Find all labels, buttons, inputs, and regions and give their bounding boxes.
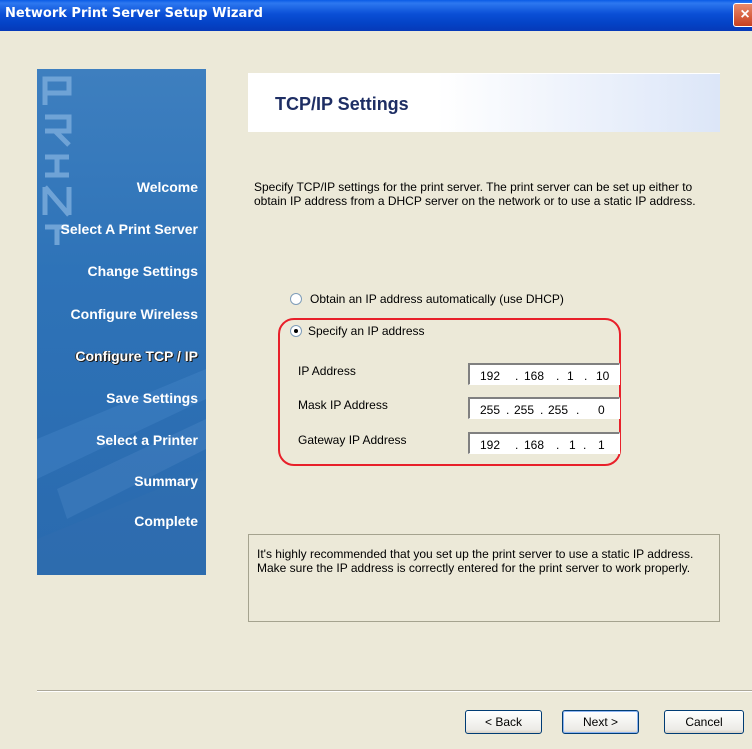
gateway-octet-4: 1 (598, 438, 605, 452)
gateway-address-label: Gateway IP Address (298, 433, 407, 447)
page-title: TCP/IP Settings (275, 94, 409, 114)
dhcp-radio-label[interactable]: Obtain an IP address automatically (use … (310, 292, 564, 306)
step-welcome: Welcome (136, 179, 198, 195)
next-button[interactable]: Next > (562, 710, 639, 734)
back-button[interactable]: < Back (465, 710, 542, 734)
step-select-print-server: Select A Print Server (60, 221, 198, 237)
mask-dot-1: . (506, 403, 510, 417)
recommendation-text: It's highly recommended that you set up … (257, 547, 694, 575)
ip-dot-3: . (584, 369, 588, 383)
mask-octet-3: 255 (548, 403, 569, 417)
gateway-octet-3: 1 (569, 438, 576, 452)
step-configure-wireless: Configure Wireless (70, 306, 198, 322)
ip-octet-2: 168 (524, 369, 545, 383)
mask-dot-2: . (540, 403, 544, 417)
ip-dot-2: . (556, 369, 560, 383)
ip-octet-3: 1 (567, 369, 574, 383)
gateway-address-input[interactable]: 192 . 168 . 1 . 1 (468, 432, 620, 454)
gateway-dot-2: . (556, 438, 560, 452)
close-button[interactable]: × (733, 3, 752, 27)
ip-octet-4: 10 (596, 369, 610, 383)
mask-octet-2: 255 (514, 403, 535, 417)
mask-octet-4: 0 (598, 403, 605, 417)
gateway-dot-1: . (515, 438, 519, 452)
step-save-settings: Save Settings (106, 390, 198, 406)
ip-address-label: IP Address (298, 364, 356, 378)
title-bar: Network Print Server Setup Wizard × (0, 0, 752, 31)
step-complete: Complete (134, 513, 198, 529)
static-ip-radio[interactable] (290, 325, 302, 337)
step-change-settings: Change Settings (87, 263, 198, 279)
ip-dot-1: . (515, 369, 519, 383)
recommendation-panel: It's highly recommended that you set up … (248, 534, 720, 622)
step-summary: Summary (134, 473, 198, 489)
ip-address-input[interactable]: 192 . 168 . 1 . 10 (468, 363, 620, 385)
mask-address-label: Mask IP Address (298, 398, 388, 412)
gateway-octet-1: 192 (480, 438, 501, 452)
dhcp-radio[interactable] (290, 293, 302, 305)
step-configure-tcpip: Configure TCP / IP (75, 348, 198, 364)
footer-separator (37, 690, 752, 692)
gateway-octet-2: 168 (524, 438, 545, 452)
page-header: TCP/IP Settings (248, 73, 720, 132)
mask-address-input[interactable]: 255 . 255 . 255 . 0 (468, 397, 620, 419)
window-title: Network Print Server Setup Wizard (5, 6, 263, 21)
gateway-dot-3: . (583, 438, 587, 452)
print-watermark-icon (42, 76, 72, 245)
mask-dot-3: . (576, 403, 580, 417)
static-ip-radio-label[interactable]: Specify an IP address (308, 324, 425, 338)
description-text: Specify TCP/IP settings for the print se… (254, 180, 696, 208)
wizard-steps-sidebar: Welcome Select A Print Server Change Set… (37, 69, 206, 575)
step-select-printer: Select a Printer (96, 432, 198, 448)
cancel-button[interactable]: Cancel (664, 710, 744, 734)
mask-octet-1: 255 (480, 403, 501, 417)
ip-octet-1: 192 (480, 369, 501, 383)
